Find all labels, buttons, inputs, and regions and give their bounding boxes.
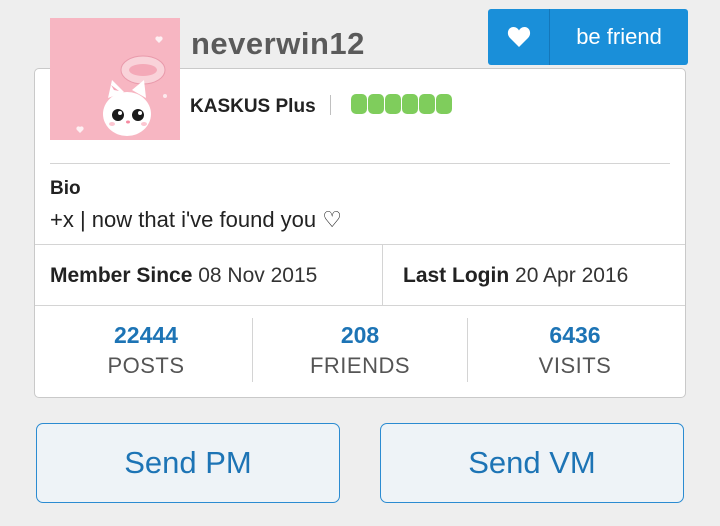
reputation-pip: [402, 94, 418, 114]
username: neverwin12: [191, 26, 365, 61]
user-rank: KASKUS Plus: [190, 96, 316, 117]
reputation-pip: [436, 94, 452, 114]
reputation-pip: [385, 94, 401, 114]
heart-icon: [488, 9, 550, 65]
posts-label: POSTS: [107, 353, 185, 378]
be-friend-label: be friend: [576, 24, 662, 49]
member-info-divider: [382, 245, 383, 305]
visits-count: 6436: [549, 322, 601, 348]
stat-visits[interactable]: 6436 VISITS: [467, 320, 683, 379]
member-since-label: Member Since: [50, 264, 193, 287]
bio-divider: [50, 163, 670, 164]
friends-label: FRIENDS: [309, 353, 411, 378]
visits-label: VISITS: [538, 353, 612, 378]
avatar-image: [50, 18, 180, 140]
posts-count: 22444: [114, 322, 178, 348]
reputation-bar: [351, 94, 452, 114]
member-since: Member Since 08 Nov 2015: [50, 264, 317, 288]
bio-heading: Bio: [50, 178, 81, 199]
last-login-value: 20 Apr 2016: [515, 264, 629, 287]
avatar[interactable]: [50, 18, 180, 140]
reputation-pip: [368, 94, 384, 114]
bio-text: +x | now that i've found you ♡: [50, 207, 342, 232]
last-login-label: Last Login: [403, 264, 510, 287]
send-pm-button[interactable]: Send PM: [36, 423, 340, 503]
be-friend-button[interactable]: be friend: [488, 9, 688, 65]
reputation-pip: [351, 94, 367, 114]
send-vm-button[interactable]: Send VM: [380, 423, 684, 503]
reputation-pip: [419, 94, 435, 114]
stat-posts[interactable]: 22444 POSTS: [38, 320, 254, 379]
friends-count: 208: [340, 322, 380, 348]
last-login: Last Login 20 Apr 2016: [403, 264, 628, 288]
member-since-value: 08 Nov 2015: [198, 264, 318, 287]
stat-friends[interactable]: 208 FRIENDS: [252, 320, 468, 379]
rank-divider: [330, 95, 331, 115]
